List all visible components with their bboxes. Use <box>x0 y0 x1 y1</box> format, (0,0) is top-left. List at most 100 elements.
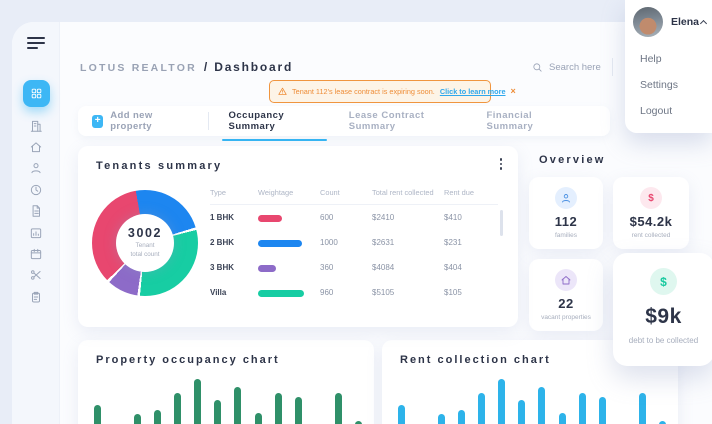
sidebar-item-home-icon[interactable] <box>29 140 44 155</box>
weightage-pill <box>258 259 320 277</box>
bar <box>194 379 201 424</box>
row-count: 960 <box>320 288 372 297</box>
overview-title: Overview <box>539 154 606 166</box>
alert-link[interactable]: Click to learn more <box>440 87 506 96</box>
debt-dollar-icon: $ <box>650 268 677 295</box>
tabbar-divider <box>208 112 209 130</box>
app-window: LOTUS REALTOR / Dashboard Search here Te… <box>12 22 712 424</box>
bar <box>538 387 545 424</box>
row-count: 360 <box>320 263 372 272</box>
families-card: 112 families <box>529 177 603 249</box>
row-rent-due: $105 <box>444 288 498 297</box>
sidebar-item-notes-icon[interactable] <box>29 289 44 304</box>
tab-bar: + Add new property Occupancy Summary Lea… <box>78 106 610 136</box>
bar <box>518 400 525 424</box>
row-type: 3 BHK <box>210 263 258 272</box>
bar <box>255 413 262 424</box>
vacant-properties-card: 22 vacant properties <box>529 259 603 331</box>
tenants-summary-card: Tenants summary 3002 Tenant total count … <box>78 146 518 327</box>
search-placeholder: Search here <box>549 62 601 73</box>
debt-value: $9k <box>645 305 682 329</box>
sidebar-item-tenants-icon[interactable] <box>29 161 44 176</box>
warning-icon <box>278 87 287 96</box>
bar <box>639 393 646 424</box>
add-property-button[interactable]: + Add new property <box>92 110 186 132</box>
sidebar-item-history-icon[interactable] <box>29 182 44 197</box>
add-property-label: Add new property <box>110 110 185 132</box>
tenant-total-count: 3002 <box>128 226 162 240</box>
debt-label: debt to be collected <box>629 336 698 345</box>
row-total-rent: $5105 <box>372 288 444 297</box>
row-total-rent: $2410 <box>372 213 444 222</box>
breadcrumb-separator: / <box>204 60 207 74</box>
tab-lease-contract-summary[interactable]: Lease Contract Summary <box>347 101 461 141</box>
tab-occupancy-summary[interactable]: Occupancy Summary <box>226 101 322 141</box>
vacant-home-icon <box>555 269 577 291</box>
families-user-icon <box>555 187 577 209</box>
row-type: 1 BHK <box>210 213 258 222</box>
brand-name: LOTUS REALTOR <box>80 62 197 74</box>
property-occupancy-chart-card: Property occupancy chart <box>78 340 374 424</box>
debt-card: $ $9k debt to be collected <box>613 253 712 366</box>
weightage-pill <box>258 209 320 227</box>
bar <box>599 397 606 424</box>
breadcrumb: LOTUS REALTOR / Dashboard <box>80 60 293 74</box>
alert-message: Tenant 112's lease contract is expiring … <box>292 87 435 96</box>
row-count: 600 <box>320 213 372 222</box>
row-type: 2 BHK <box>210 238 258 247</box>
bar <box>458 410 465 424</box>
sidebar-item-dashboard-icon[interactable] <box>23 80 50 107</box>
row-type: Villa <box>210 288 258 297</box>
col-count: Count <box>320 180 372 205</box>
bar <box>579 393 586 424</box>
sidebar-item-maintenance-icon[interactable] <box>29 268 44 283</box>
families-value: 112 <box>555 214 577 229</box>
tenants-donut-chart: 3002 Tenant total count <box>92 190 198 296</box>
sidebar-item-calendar-icon[interactable] <box>29 246 44 261</box>
rent-collection-title: Rent collection chart <box>400 354 551 366</box>
menu-item-logout[interactable]: Logout <box>640 98 678 124</box>
user-name[interactable]: Elena <box>671 16 699 28</box>
bar <box>214 400 221 424</box>
hamburger-menu-icon[interactable] <box>27 37 45 51</box>
vacant-properties-label: vacant properties <box>541 314 591 321</box>
user-menu-dropdown: Elena Help Settings Logout <box>625 0 712 133</box>
menu-item-settings[interactable]: Settings <box>640 72 678 98</box>
kebab-menu-icon[interactable] <box>496 158 506 172</box>
rent-collected-card: $ $54.2k rent collected <box>613 177 689 249</box>
plus-icon: + <box>92 115 103 128</box>
col-weightage: Weightage <box>258 180 320 205</box>
row-rent-due: $231 <box>444 238 498 247</box>
row-rent-due: $410 <box>444 213 498 222</box>
search-input[interactable]: Search here <box>532 62 601 73</box>
chevron-up-icon[interactable] <box>700 20 707 27</box>
bar <box>134 414 141 424</box>
bar <box>275 393 282 424</box>
table-scrollbar[interactable] <box>500 210 503 236</box>
col-total-rent: Total rent collected <box>372 180 444 205</box>
search-icon <box>532 62 543 73</box>
vacant-properties-value: 22 <box>558 296 573 311</box>
weightage-pill <box>258 284 320 302</box>
tenants-table: Type Weightage Count Total rent collecte… <box>210 180 498 305</box>
sidebar-item-documents-icon[interactable] <box>29 204 44 219</box>
bar <box>94 405 101 424</box>
avatar[interactable] <box>633 7 663 37</box>
bar <box>335 393 342 424</box>
families-label: families <box>555 232 577 239</box>
sidebar-rail <box>12 80 60 307</box>
rent-collected-value: $54.2k <box>630 214 673 229</box>
user-menu-items: Help Settings Logout <box>640 46 678 124</box>
menu-item-help[interactable]: Help <box>640 46 678 72</box>
alert-close-icon[interactable]: × <box>511 87 516 96</box>
page: LOTUS REALTOR / Dashboard Search here Te… <box>0 0 712 424</box>
row-count: 1000 <box>320 238 372 247</box>
bar <box>398 405 405 424</box>
sidebar-item-reports-icon[interactable] <box>29 225 44 240</box>
bar <box>174 393 181 424</box>
pill-villa <box>258 290 304 297</box>
rent-dollar-icon: $ <box>640 187 662 209</box>
page-title: Dashboard <box>214 60 293 74</box>
sidebar-item-properties-icon[interactable] <box>29 118 44 133</box>
tab-financial-summary[interactable]: Financial Summary <box>484 101 572 141</box>
